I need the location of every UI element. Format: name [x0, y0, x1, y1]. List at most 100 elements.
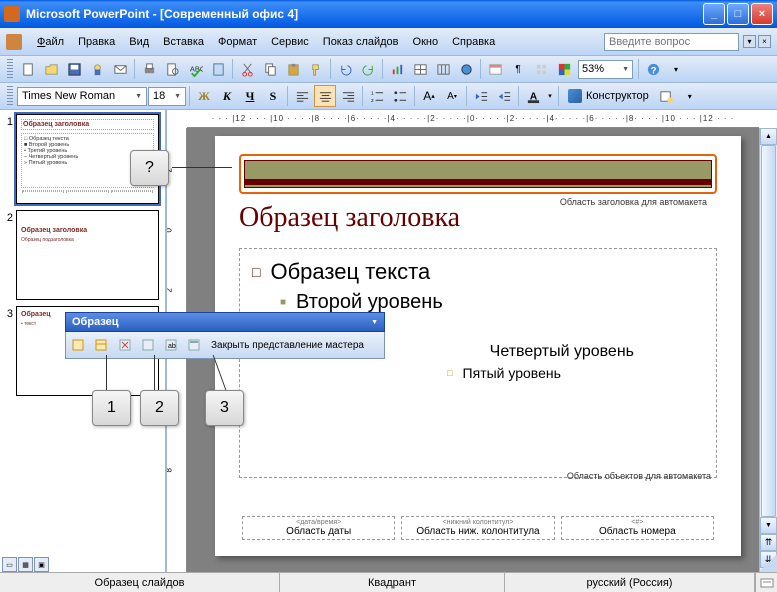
delete-master-button[interactable] [115, 335, 135, 355]
prev-slide-button[interactable]: ⇈ [760, 534, 777, 551]
menu-edit[interactable]: Правка [71, 33, 122, 51]
decrease-font-button[interactable]: A▾ [441, 85, 463, 107]
scroll-up-button[interactable]: ▲ [760, 128, 777, 145]
scroll-down-button[interactable]: ▼ [760, 517, 777, 534]
spell-button[interactable]: ABC [184, 58, 206, 80]
rename-master-button[interactable]: ab [161, 335, 181, 355]
designer-button[interactable]: Конструктор [562, 85, 655, 107]
tables-borders-button[interactable] [432, 58, 454, 80]
align-right-button[interactable] [337, 85, 359, 107]
permission-button[interactable] [86, 58, 108, 80]
horizontal-ruler[interactable]: · · · |12 · · · |10 · · · ·|8 · · · ·|6·… [187, 110, 759, 128]
increase-indent-button[interactable] [493, 85, 515, 107]
menu-tools[interactable]: Сервис [264, 33, 316, 51]
menu-view[interactable]: Вид [122, 33, 156, 51]
text-level-4[interactable]: Четвертый уровень [336, 343, 704, 361]
text-level-1[interactable]: Образец текста [252, 259, 704, 285]
workspace: 1 Образец заголовка □ Образец текста ■ В… [0, 110, 777, 572]
master-toolbar-title[interactable]: Образец▼ [65, 312, 385, 332]
numbering-button[interactable]: 12 [366, 85, 388, 107]
font-size-combo[interactable]: 18▼ [148, 87, 186, 106]
insert-slide-master-button[interactable] [69, 335, 89, 355]
vertical-scrollbar[interactable]: ▲ ▼ ⇈ ⇊ [759, 128, 777, 572]
normal-view-button[interactable]: ▭ [2, 557, 17, 572]
italic-button[interactable]: К [216, 85, 238, 107]
color-button[interactable] [553, 58, 575, 80]
menu-insert[interactable]: Вставка [156, 33, 211, 51]
text-level-2[interactable]: Второй уровень [280, 291, 704, 314]
show-formatting-button[interactable]: ¶ [507, 58, 529, 80]
new-slide-button[interactable] [656, 85, 678, 107]
bold-button[interactable]: Ж [193, 85, 215, 107]
undo-button[interactable] [334, 58, 356, 80]
table-button[interactable] [409, 58, 431, 80]
svg-text:ABC: ABC [189, 64, 202, 73]
body-placeholder[interactable]: Образец текста Второй уровень Третий уро… [239, 248, 717, 478]
date-placeholder[interactable]: <дата/время> Область даты [242, 516, 395, 540]
open-button[interactable] [40, 58, 62, 80]
save-button[interactable] [63, 58, 85, 80]
expand-button[interactable] [484, 58, 506, 80]
hyperlink-button[interactable] [455, 58, 477, 80]
designer-icon [568, 89, 582, 103]
toolbar-options-button[interactable]: ▾ [665, 58, 687, 80]
redo-button[interactable] [357, 58, 379, 80]
status-language[interactable]: русский (Россия) [505, 573, 755, 592]
grid-button[interactable] [530, 58, 552, 80]
slide-thumbnail-2[interactable]: Образец заголовка Образец подзаголовка [16, 210, 159, 300]
doc-close-button[interactable]: × [758, 35, 771, 48]
master-toolbar[interactable]: Образец▼ ab Закрыть представление мастер… [65, 312, 385, 359]
font-color-dropdown[interactable]: ▾ [545, 85, 555, 107]
maximize-button[interactable]: □ [727, 3, 749, 25]
help-dropdown[interactable]: ▾ [743, 35, 756, 48]
font-combo[interactable]: Times New Roman▼ [17, 87, 147, 106]
minimize-button[interactable]: _ [703, 3, 725, 25]
align-left-button[interactable] [291, 85, 313, 107]
toolbar-options-button-2[interactable]: ▾ [679, 85, 701, 107]
new-button[interactable] [17, 58, 39, 80]
title-placeholder[interactable]: Область заголовка для автомакета [239, 154, 717, 194]
scrollbar-thumb[interactable] [761, 145, 776, 517]
menu-help[interactable]: Справка [445, 33, 502, 51]
cut-button[interactable] [236, 58, 258, 80]
menu-window[interactable]: Окно [406, 33, 446, 51]
slideshow-view-button[interactable]: ▣ [34, 557, 49, 572]
sorter-view-button[interactable]: ▦ [18, 557, 33, 572]
text-level-5[interactable]: Пятый уровень [364, 365, 704, 381]
research-button[interactable] [207, 58, 229, 80]
callout-question: ? [130, 150, 169, 186]
print-button[interactable] [138, 58, 160, 80]
format-painter-button[interactable] [305, 58, 327, 80]
mail-button[interactable] [109, 58, 131, 80]
number-placeholder[interactable]: <#> Область номера [561, 516, 714, 540]
status-theme: Квадрант [280, 573, 505, 592]
decrease-indent-button[interactable] [470, 85, 492, 107]
help-search-input[interactable] [604, 33, 739, 51]
callout-1: 1 [92, 390, 131, 426]
zoom-combo[interactable]: 53%▼ [578, 60, 633, 79]
paste-button[interactable] [282, 58, 304, 80]
align-center-button[interactable] [314, 85, 336, 107]
toolbar-handle[interactable] [7, 86, 13, 106]
bullets-button[interactable] [389, 85, 411, 107]
menu-slideshow[interactable]: Показ слайдов [316, 33, 406, 51]
thumb-number: 2 [4, 210, 16, 300]
menu-file[interactable]: Файл [30, 33, 71, 51]
help-button[interactable]: ? [642, 58, 664, 80]
footer-placeholder[interactable]: <нижний колонтитул> Область ниж. колонти… [401, 516, 554, 540]
preview-button[interactable] [161, 58, 183, 80]
copy-button[interactable] [259, 58, 281, 80]
close-button[interactable]: × [751, 3, 773, 25]
preserve-master-button[interactable] [138, 335, 158, 355]
shadow-button[interactable]: S [262, 85, 284, 107]
underline-button[interactable]: Ч [239, 85, 261, 107]
close-master-view-button[interactable]: Закрыть представление мастера [207, 338, 381, 353]
spelling-status-icon[interactable] [755, 573, 777, 592]
insert-title-master-button[interactable] [92, 335, 112, 355]
chart-button[interactable] [386, 58, 408, 80]
font-color-button[interactable]: A [522, 85, 544, 107]
menu-format[interactable]: Формат [211, 33, 264, 51]
toolbar-handle[interactable] [7, 59, 13, 79]
master-layout-button[interactable] [184, 335, 204, 355]
increase-font-button[interactable]: A▴ [418, 85, 440, 107]
